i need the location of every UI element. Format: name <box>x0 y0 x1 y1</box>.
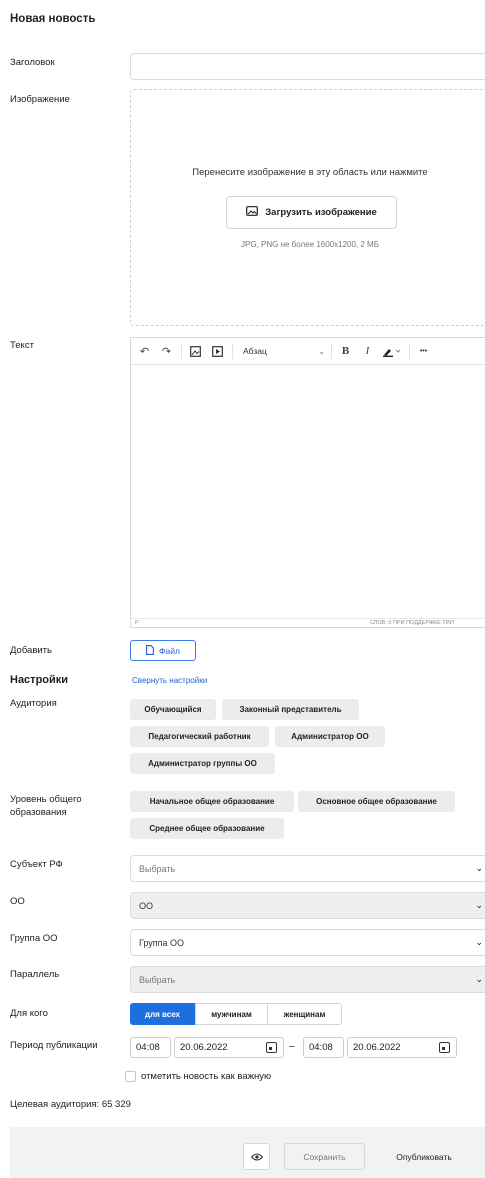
toolbar-divider <box>181 343 182 359</box>
oo-label: ОО <box>10 896 25 907</box>
oo-group-label: Группа ОО <box>10 933 58 944</box>
more-options-button[interactable]: ••• <box>415 343 432 360</box>
period-label: Период публикации <box>10 1040 98 1051</box>
image-drop-text: Перенесите изображение в эту область или… <box>192 167 428 178</box>
end-date-value: 20.06.2022 <box>353 1042 401 1053</box>
image-label: Изображение <box>10 94 70 105</box>
preview-button[interactable] <box>243 1143 270 1170</box>
audience-label: Аудитория <box>10 698 57 709</box>
collapse-settings-link[interactable]: Свернуть настройки <box>132 676 207 685</box>
upload-image-label: Загрузить изображение <box>265 207 377 218</box>
period-dash: – <box>289 1041 295 1052</box>
oo-group-select[interactable]: Группа ОО ⌄ <box>130 929 485 956</box>
bold-button[interactable]: B <box>337 343 354 360</box>
paragraph-format-value: Абзац <box>243 346 267 356</box>
toolbar-divider <box>232 343 233 359</box>
start-date-value: 20.06.2022 <box>180 1042 228 1053</box>
paragraph-format-select[interactable]: Абзац ⌄ <box>243 346 325 356</box>
page-title: Новая новость <box>10 13 96 25</box>
end-date-input[interactable]: 20.06.2022 <box>347 1037 457 1058</box>
oo-select[interactable]: ОО ⌄ <box>130 892 485 919</box>
save-button[interactable]: Сохранить <box>284 1143 365 1170</box>
image-hint: JPG, PNG не более 1600x1200, 2 МБ <box>241 240 379 249</box>
audience-chip-group-admin[interactable]: Администратор группы ОО <box>130 753 275 774</box>
redo-icon[interactable]: ↷ <box>158 343 175 360</box>
for-whom-label: Для кого <box>10 1008 48 1019</box>
upload-image-button[interactable]: Загрузить изображение <box>226 196 397 229</box>
target-audience-count: Целевая аудитория: 65 329 <box>10 1099 131 1110</box>
audience-chip-teacher[interactable]: Педагогический работник <box>130 726 269 747</box>
important-label[interactable]: отметить новость как важную <box>141 1071 271 1082</box>
oo-group-select-value: Группа ОО <box>139 937 185 948</box>
parallel-label: Параллель <box>10 969 60 980</box>
text-label: Текст <box>10 340 34 351</box>
important-checkbox[interactable] <box>125 1071 136 1082</box>
subject-label: Субъект РФ <box>10 859 63 870</box>
chevron-down-icon: ⌄ <box>318 346 325 356</box>
toolbar-divider <box>331 343 332 359</box>
highlight-color-icon[interactable] <box>381 343 403 360</box>
start-date-input[interactable]: 20.06.2022 <box>174 1037 284 1058</box>
file-icon <box>146 644 154 657</box>
subject-select-value: Выбрать <box>139 863 176 874</box>
audience-chip-student[interactable]: Обучающийся <box>130 699 216 720</box>
rich-text-editor[interactable] <box>130 337 485 628</box>
education-level-label: Уровень общего образования <box>10 794 82 818</box>
insert-media-icon[interactable] <box>209 343 226 360</box>
start-time-input[interactable]: 04:08 <box>130 1037 171 1058</box>
publish-button[interactable]: Опубликовать <box>375 1143 473 1170</box>
add-file-button[interactable]: Файл <box>130 640 196 661</box>
calendar-icon[interactable] <box>439 1042 450 1053</box>
education-chip-primary[interactable]: Начальное общее образование <box>130 791 294 812</box>
undo-icon[interactable]: ↶ <box>136 343 153 360</box>
audience-chip-admin[interactable]: Администратор ОО <box>275 726 385 747</box>
insert-image-icon[interactable] <box>187 343 204 360</box>
editor-toolbar: ↶ ↷ Абзац ⌄ B I ••• <box>131 338 485 365</box>
calendar-icon[interactable] <box>266 1042 277 1053</box>
editor-path: P <box>135 620 139 626</box>
image-icon <box>246 206 259 219</box>
italic-button[interactable]: I <box>359 343 376 360</box>
chevron-down-icon: ⌄ <box>475 900 483 910</box>
subject-select[interactable]: Выбрать ⌄ <box>130 855 485 882</box>
toolbar-divider <box>409 343 410 359</box>
end-time-input[interactable]: 04:08 <box>303 1037 344 1058</box>
editor-word-count: СЛОВ: 0 ПРИ ПОДДЕРЖКЕ TINY <box>370 620 455 626</box>
headline-input[interactable] <box>130 53 485 80</box>
add-label: Добавить <box>10 645 52 656</box>
chevron-down-icon: ⌄ <box>475 974 483 984</box>
oo-select-value: ОО <box>139 900 154 911</box>
education-chip-secondary[interactable]: Среднее общее образование <box>130 818 284 839</box>
chevron-down-icon: ⌄ <box>475 863 483 873</box>
headline-label: Заголовок <box>10 57 55 68</box>
for-whom-women[interactable]: женщинам <box>267 1003 342 1025</box>
for-whom-all[interactable]: для всех <box>130 1003 195 1025</box>
chevron-down-icon: ⌄ <box>475 937 483 947</box>
education-chip-basic[interactable]: Основное общее образование <box>298 791 455 812</box>
for-whom-men[interactable]: мужчинам <box>195 1003 268 1025</box>
audience-chip-guardian[interactable]: Законный представитель <box>222 699 359 720</box>
add-file-label: Файл <box>159 645 180 656</box>
eye-icon <box>250 1148 263 1166</box>
parallel-select-value: Выбрать <box>139 974 176 985</box>
settings-title: Настройки <box>10 674 69 686</box>
parallel-select[interactable]: Выбрать ⌄ <box>130 966 485 993</box>
